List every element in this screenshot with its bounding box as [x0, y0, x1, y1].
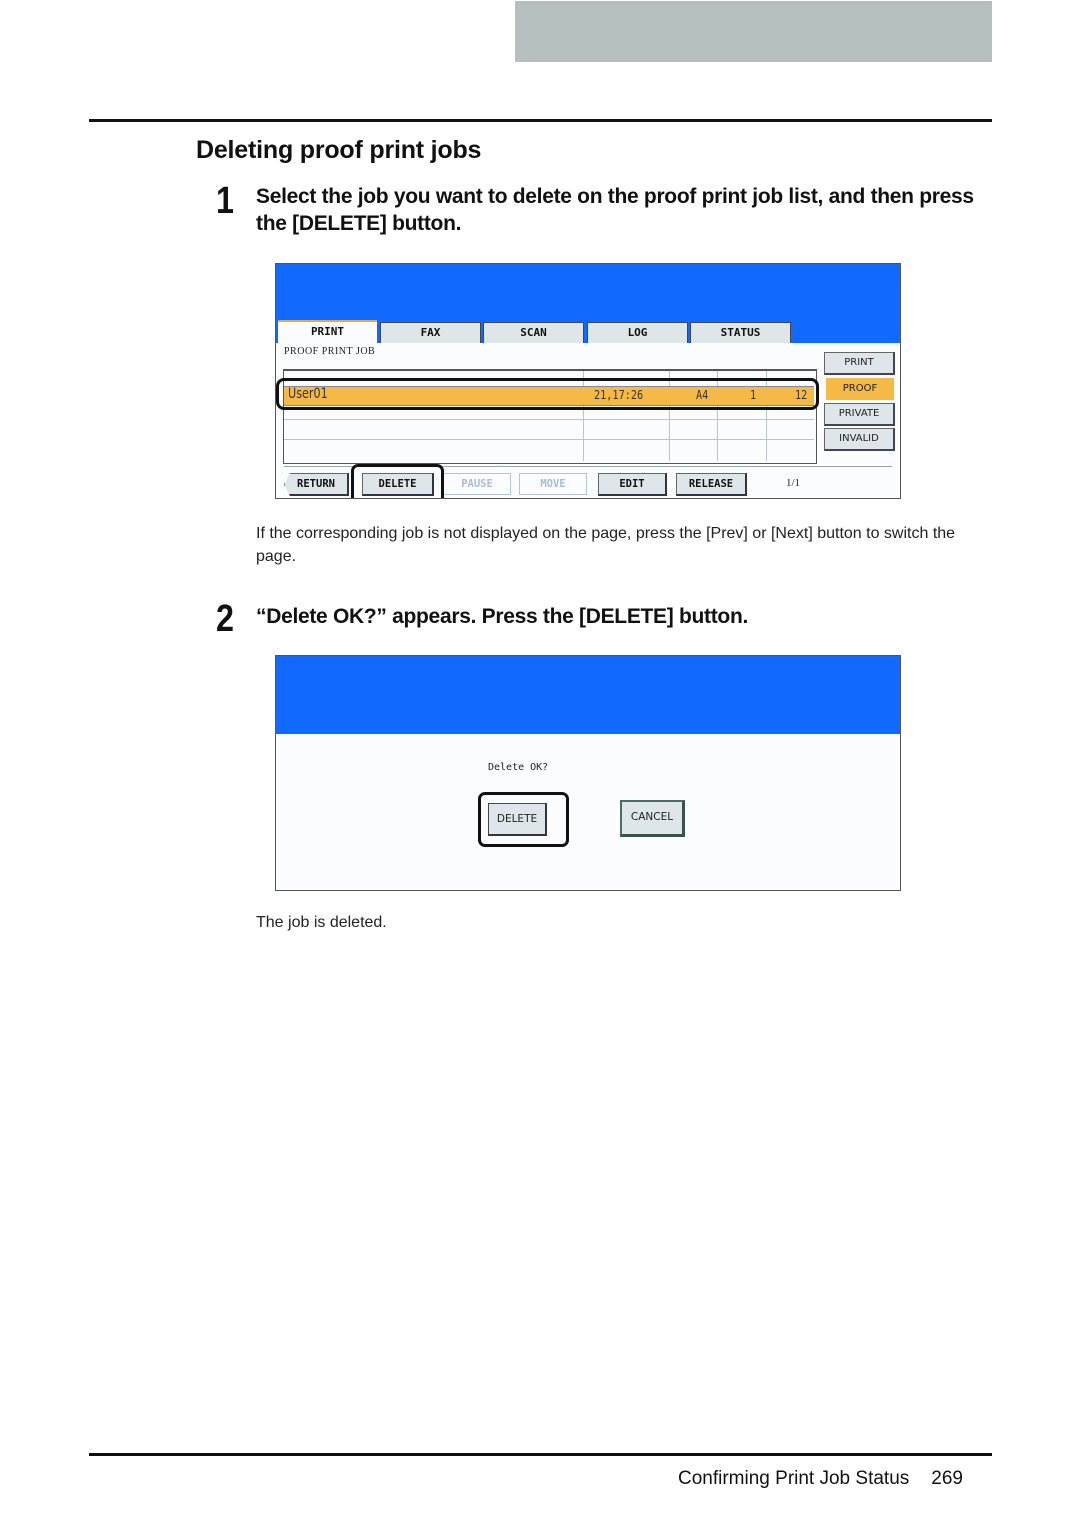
proof-print-job-screen: PRINT FAX SCAN LOG STATUS PROOF PRINT JO… — [275, 263, 901, 499]
side-print-button[interactable]: PRINT — [824, 352, 895, 375]
tab-scan[interactable]: SCAN — [483, 322, 584, 343]
side-invalid-button[interactable]: INVALID — [824, 428, 895, 451]
section-title: Deleting proof print jobs — [196, 136, 482, 164]
pause-button[interactable]: PAUSE — [443, 473, 511, 495]
move-button[interactable]: MOVE — [519, 473, 587, 495]
delete-confirm-screen: Delete OK? DELETE CANCEL — [275, 655, 901, 891]
return-button[interactable]: RETURN — [284, 473, 349, 496]
delete-button-callout — [478, 792, 569, 847]
confirm-message: Delete OK? — [488, 762, 549, 773]
tab-print[interactable]: PRINT — [278, 320, 377, 345]
step-number: 1 — [216, 180, 234, 222]
top-rule — [89, 119, 992, 122]
delete-button-callout — [351, 464, 444, 498]
page-indicator: 1/1 — [786, 477, 801, 489]
list-label: PROOF PRINT JOB — [284, 346, 376, 357]
step1-note: If the corresponding job is not displaye… — [256, 525, 956, 565]
release-button[interactable]: RELEASE — [676, 473, 747, 496]
footer-title: Confirming Print Job Status — [678, 1468, 910, 1489]
step-text: Select the job you want to delete on the… — [256, 185, 974, 235]
side-proof-button[interactable]: PROOF — [826, 378, 894, 400]
selection-highlight-callout — [276, 378, 819, 410]
edit-button[interactable]: EDIT — [598, 473, 667, 496]
side-private-button[interactable]: PRIVATE — [824, 403, 895, 426]
step-number: 2 — [216, 598, 234, 640]
tab-fax[interactable]: FAX — [380, 322, 481, 343]
page-footer: Confirming Print Job Status 269 — [678, 1468, 963, 1490]
chapter-header-bar — [515, 1, 992, 62]
row-divider — [284, 439, 814, 440]
tab-log[interactable]: LOG — [587, 322, 688, 343]
screen-header — [276, 656, 900, 734]
tab-status[interactable]: STATUS — [690, 322, 791, 343]
bottom-rule — [89, 1453, 992, 1456]
row-divider — [284, 419, 814, 420]
page-number: 269 — [931, 1468, 963, 1489]
step-text: “Delete OK?” appears. Press the [DELETE]… — [256, 605, 749, 628]
cancel-button[interactable]: CANCEL — [620, 800, 685, 837]
step2-note: The job is deleted. — [256, 914, 387, 931]
